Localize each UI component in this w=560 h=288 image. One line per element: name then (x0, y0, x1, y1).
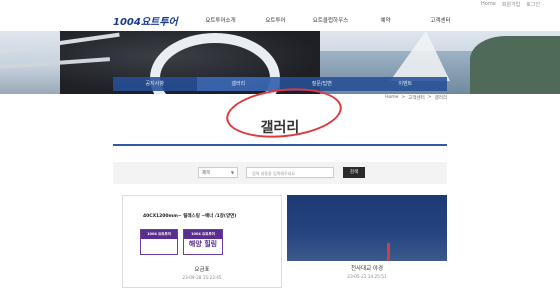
breadcrumb-separator: > (401, 95, 406, 100)
search-bar: 제목 ▼ 검색 내용을 입력해주세요 검색 (113, 162, 447, 184)
tab-event[interactable]: 이벤트 (364, 77, 448, 91)
select-value: 제목 (202, 171, 211, 176)
search-button[interactable]: 검색 (343, 167, 365, 178)
title-divider (113, 144, 447, 146)
gallery-card[interactable]: 천사대교 야경 23-05-21 14:25:51 (287, 195, 447, 288)
gallery-card-title[interactable]: 요금표 (123, 265, 281, 273)
tab-notice[interactable]: 공지사항 (113, 77, 197, 91)
header: 1004요트투어 요트투어소개 요트투어 요트클럽하우스 예약 고객센터 (0, 10, 560, 32)
banner-sign-image: 1004 요트투어 해양 힐링 (183, 229, 223, 255)
main-nav: 요트투어소개 요트투어 요트클럽하우스 예약 고객센터 (193, 14, 468, 24)
nav-item-reservation[interactable]: 예약 (358, 14, 413, 24)
gallery-card-date: 23-09-28 15:23:45 (182, 275, 222, 280)
chevron-down-icon: ▼ (230, 170, 234, 175)
gallery-thumbnail[interactable] (287, 195, 447, 261)
search-input[interactable]: 검색 내용을 입력해주세요 (246, 167, 334, 178)
sign-band: 1004 요트투어 (184, 230, 222, 239)
gallery-card[interactable]: 40CX1200mm~ 릴레스팅 ~배너 /1장(양면) 1004 요트투어 1… (122, 195, 282, 288)
breadcrumb-customer-center[interactable]: 고객센터 (408, 95, 425, 101)
tab-gallery[interactable]: 갤러리 (196, 77, 280, 91)
banner-sign-image: 1004 요트투어 (140, 229, 178, 255)
search-field-select[interactable]: 제목 ▼ (198, 167, 238, 178)
nav-item-customer-center[interactable]: 고객센터 (413, 14, 468, 24)
nav-item-yacht-tour[interactable]: 요트투어 (248, 14, 303, 24)
sign-big-text: 해양 힐링 (188, 240, 218, 248)
home-link[interactable]: Home (481, 1, 496, 8)
top-links: Home 회원가입 로그인 (481, 1, 540, 8)
banner-hill (470, 36, 560, 94)
breadcrumb-home[interactable]: Home (385, 95, 398, 101)
gallery-card-title[interactable]: 천사대교 야경 (287, 264, 447, 272)
boat-mast-image (387, 243, 390, 261)
top-bar: Home 회원가입 로그인 (0, 0, 560, 10)
login-link[interactable]: 로그인 (526, 1, 540, 8)
nav-item-clubhouse[interactable]: 요트클럽하우스 (303, 14, 358, 24)
gallery-thumbnail[interactable]: 40CX1200mm~ 릴레스팅 ~배너 /1장(양면) 1004 요트투어 1… (123, 196, 281, 262)
signup-link[interactable]: 회원가입 (502, 1, 520, 8)
breadcrumb: Home > 고객센터 > 갤러리 (385, 95, 447, 101)
thumb-caption: 40CX1200mm~ 릴레스팅 ~배너 /1장(양면) (143, 214, 237, 219)
logo[interactable]: 1004요트투어 (113, 13, 178, 28)
breadcrumb-gallery: 갤러리 (434, 96, 447, 101)
nav-item-yacht-intro[interactable]: 요트투어소개 (193, 14, 248, 24)
sign-band: 1004 요트투어 (141, 230, 177, 239)
gallery-card-date: 23-05-21 14:25:51 (347, 274, 387, 279)
breadcrumb-separator: > (427, 95, 432, 100)
